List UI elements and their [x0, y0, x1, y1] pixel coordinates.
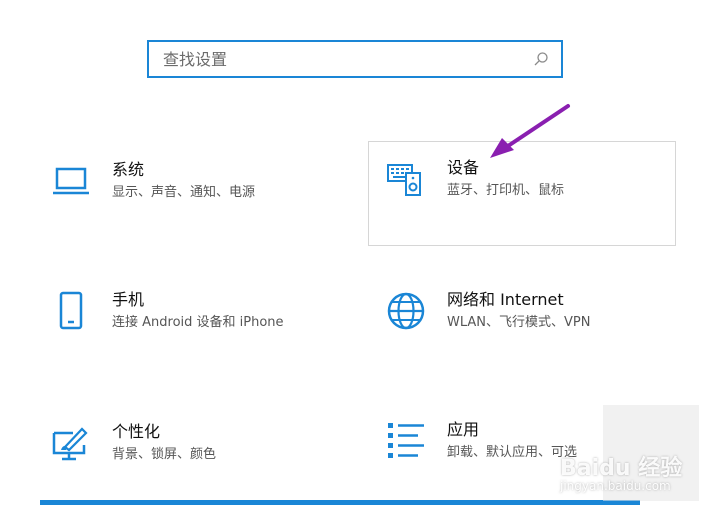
- personalize-icon: [50, 422, 92, 464]
- tile-phone[interactable]: 手机 连接 Android 设备和 iPhone: [50, 290, 284, 332]
- tile-subtitle: 背景、锁屏、颜色: [112, 447, 217, 462]
- search-input[interactable]: [163, 49, 533, 69]
- phone-icon: [50, 290, 92, 332]
- bottom-accent-bar: [40, 500, 640, 505]
- tile-title: 个性化: [112, 422, 161, 441]
- watermark-brand: Baidu 经验: [560, 456, 683, 481]
- tile-apps[interactable]: 应用 卸载、默认应用、可选: [385, 420, 577, 462]
- tile-subtitle: 显示、声音、通知、电源: [112, 185, 256, 200]
- tile-title: 应用: [447, 420, 480, 439]
- tile-subtitle: WLAN、飞行模式、VPN: [447, 315, 591, 330]
- globe-icon: [385, 290, 427, 332]
- tile-title: 网络和 Internet: [447, 290, 564, 309]
- laptop-icon: [50, 160, 92, 202]
- search-box[interactable]: [147, 40, 563, 78]
- search-icon[interactable]: [533, 51, 549, 67]
- tile-title: 手机: [112, 290, 145, 309]
- annotation-arrow-icon: [490, 104, 570, 158]
- devices-icon: [385, 158, 427, 200]
- tile-subtitle: 蓝牙、打印机、鼠标: [447, 183, 565, 198]
- tile-title: 系统: [112, 160, 145, 179]
- tile-subtitle: 连接 Android 设备和 iPhone: [112, 315, 284, 330]
- tile-network[interactable]: 网络和 Internet WLAN、飞行模式、VPN: [385, 290, 590, 332]
- watermark-url: jingyan.baidu.com: [560, 479, 671, 493]
- tile-subtitle: 卸载、默认应用、可选: [447, 445, 578, 460]
- apps-icon: [385, 420, 427, 462]
- tile-system[interactable]: 系统 显示、声音、通知、电源: [50, 160, 255, 202]
- tile-personalization[interactable]: 个性化 背景、锁屏、颜色: [50, 422, 216, 464]
